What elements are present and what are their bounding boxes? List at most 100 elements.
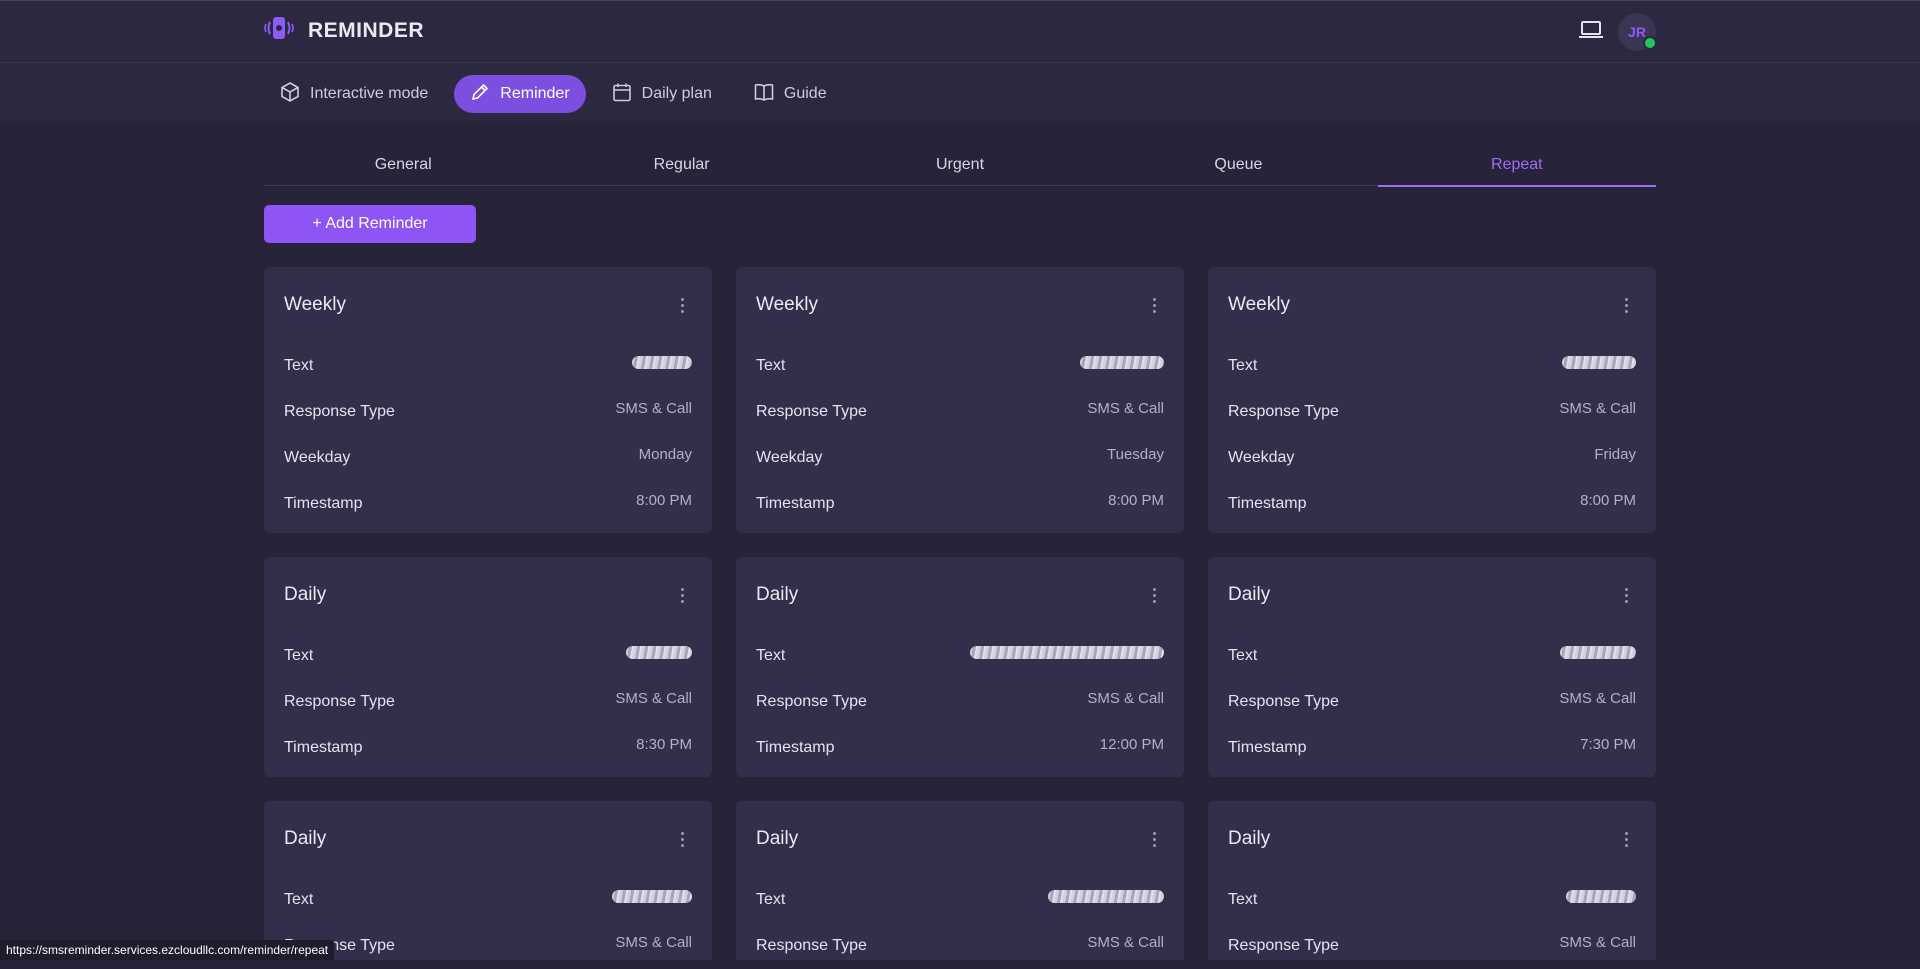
more-options-icon[interactable] <box>672 583 692 607</box>
redacted-text-value <box>970 645 1164 659</box>
response-type-label: Response Type <box>284 693 395 710</box>
timestamp-label: Timestamp <box>1228 739 1307 756</box>
card-title: Daily <box>284 584 327 605</box>
nav-item-guide[interactable]: Guide <box>738 75 843 113</box>
timestamp-value: 8:30 PM <box>636 735 692 753</box>
redacted-text-value <box>626 645 692 659</box>
tab-repeat[interactable]: Repeat <box>1377 152 1657 187</box>
reminder-card: Daily Text Response Type SMS & Call <box>736 801 1184 960</box>
weekday-label: Weekday <box>284 449 351 466</box>
nav-item-label: Interactive mode <box>310 85 429 102</box>
reminder-card: Daily Text Response Type SMS & Call Times… <box>1208 557 1656 777</box>
text-label: Text <box>756 647 786 664</box>
nav-item-label: Reminder <box>500 85 570 102</box>
book-icon <box>754 82 784 107</box>
weekday-value: Tuesday <box>1107 445 1164 463</box>
reminder-card: Daily Text Response Type SMS & Call <box>1208 801 1656 960</box>
response-type-value: SMS & Call <box>1559 933 1636 951</box>
weekday-label: Weekday <box>756 449 823 466</box>
text-label: Text <box>756 357 786 374</box>
response-type-label: Response Type <box>756 693 867 710</box>
timestamp-value: 8:00 PM <box>1108 491 1164 509</box>
text-label: Text <box>1228 357 1258 374</box>
reminder-card: Daily Text Response Type SMS & Call Times… <box>736 557 1184 777</box>
cube-icon <box>280 81 310 107</box>
reminder-card: Weekly Text Response Type SMS & Call Week… <box>264 267 712 533</box>
response-type-value: SMS & Call <box>615 689 692 707</box>
response-type-label: Response Type <box>284 403 395 420</box>
link-status-bar: https://smsreminder.services.ezcloudllc.… <box>0 940 335 960</box>
response-type-value: SMS & Call <box>615 933 692 951</box>
redacted-text-value <box>612 889 692 903</box>
more-options-icon[interactable] <box>1616 293 1636 317</box>
weekday-value: Friday <box>1594 445 1636 463</box>
card-title: Daily <box>1228 584 1271 605</box>
response-type-value: SMS & Call <box>1559 689 1636 707</box>
card-title: Daily <box>1228 828 1271 849</box>
response-type-label: Response Type <box>1228 937 1339 954</box>
tab-general[interactable]: General <box>264 152 542 185</box>
more-options-icon[interactable] <box>672 827 692 851</box>
app-title: REMINDER <box>308 18 425 42</box>
timestamp-label: Timestamp <box>1228 495 1307 512</box>
timestamp-label: Timestamp <box>756 495 835 512</box>
response-type-label: Response Type <box>1228 693 1339 710</box>
text-label: Text <box>1228 647 1258 664</box>
redacted-text-value <box>1048 889 1164 903</box>
redacted-text-value <box>1566 889 1636 903</box>
tab-queue[interactable]: Queue <box>1099 152 1377 185</box>
redacted-text-value <box>1560 645 1636 659</box>
reminder-card: Weekly Text Response Type SMS & Call Week… <box>1208 267 1656 533</box>
text-label: Text <box>284 357 314 374</box>
more-options-icon[interactable] <box>672 293 692 317</box>
calendar-icon <box>612 82 642 107</box>
timestamp-value: 8:00 PM <box>1580 491 1636 509</box>
online-status-dot <box>1643 36 1657 50</box>
nav-item-label: Guide <box>783 85 827 102</box>
redacted-text-value <box>1080 355 1164 369</box>
timestamp-label: Timestamp <box>284 495 363 512</box>
timestamp-value: 12:00 PM <box>1099 735 1164 753</box>
more-options-icon[interactable] <box>1616 827 1636 851</box>
timestamp-label: Timestamp <box>756 739 835 756</box>
response-type-label: Response Type <box>756 403 867 420</box>
timestamp-value: 7:30 PM <box>1580 735 1636 753</box>
weekday-value: Monday <box>638 445 692 463</box>
nav-item-daily-plan[interactable]: Daily plan <box>596 75 728 113</box>
laptop-icon <box>1579 20 1603 45</box>
response-type-value: SMS & Call <box>1087 689 1164 707</box>
redacted-text-value <box>1562 355 1636 369</box>
weekday-label: Weekday <box>1228 449 1295 466</box>
card-title: Weekly <box>284 294 346 315</box>
text-label: Text <box>1228 891 1258 908</box>
response-type-label: Response Type <box>756 937 867 954</box>
reminder-card: Weekly Text Response Type SMS & Call Week… <box>736 267 1184 533</box>
brand[interactable]: REMINDER <box>264 15 424 46</box>
response-type-label: Response Type <box>1228 403 1339 420</box>
more-options-icon[interactable] <box>1144 827 1164 851</box>
user-avatar[interactable]: JR <box>1618 13 1657 51</box>
add-reminder-button[interactable]: + Add Reminder <box>264 205 476 243</box>
display-mode-button[interactable] <box>1576 17 1606 47</box>
card-title: Weekly <box>756 294 818 315</box>
response-type-value: SMS & Call <box>1559 399 1636 417</box>
tab-urgent[interactable]: Urgent <box>821 152 1099 185</box>
response-type-value: SMS & Call <box>1087 399 1164 417</box>
timestamp-value: 8:00 PM <box>636 491 692 509</box>
timestamp-label: Timestamp <box>284 739 363 756</box>
text-label: Text <box>756 891 786 908</box>
text-label: Text <box>284 647 314 664</box>
nav-item-interactive-mode[interactable]: Interactive mode <box>264 75 444 113</box>
more-options-icon[interactable] <box>1616 583 1636 607</box>
response-type-value: SMS & Call <box>615 399 692 417</box>
avatar-initials: JR <box>1628 24 1646 40</box>
reminder-tabs: General Regular Urgent Queue Repeat <box>264 152 1657 187</box>
more-options-icon[interactable] <box>1144 583 1164 607</box>
pencil-icon <box>470 82 500 107</box>
card-title: Weekly <box>1228 294 1290 315</box>
tab-regular[interactable]: Regular <box>542 152 820 185</box>
nav-item-reminder[interactable]: Reminder <box>454 75 586 113</box>
more-options-icon[interactable] <box>1144 293 1164 317</box>
top-bar: REMINDER JR <box>0 0 1920 63</box>
response-type-value: SMS & Call <box>1087 933 1164 951</box>
